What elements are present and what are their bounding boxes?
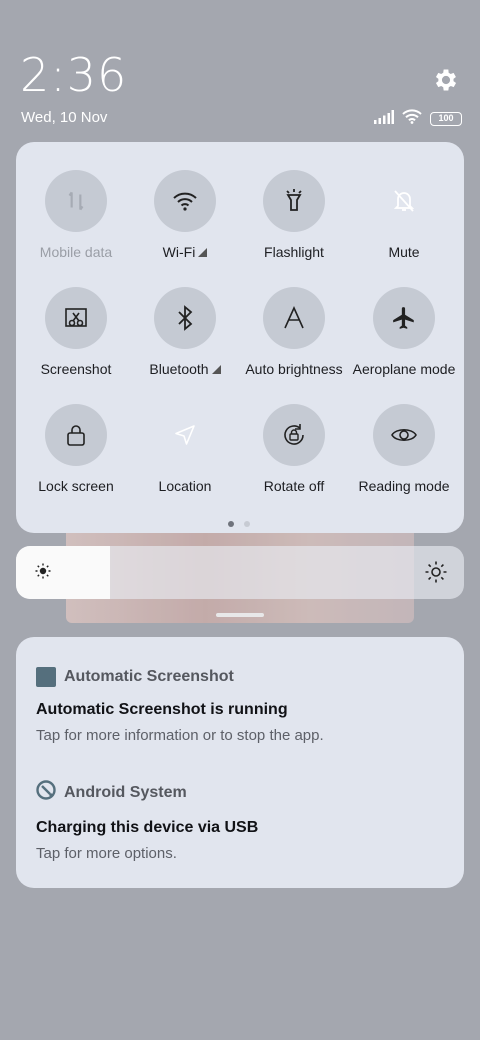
notification-title: Automatic Screenshot is running — [36, 701, 288, 718]
settings-gear-icon[interactable] — [432, 66, 460, 94]
aeroplane-icon — [373, 287, 435, 349]
tile-reading-mode[interactable]: Reading mode — [349, 404, 459, 494]
notification-app-name: Automatic Screenshot — [64, 668, 234, 685]
tile-flashlight[interactable]: Flashlight — [239, 170, 349, 260]
notification-android-system[interactable]: Android System Charging this device via … — [36, 780, 446, 862]
rotate-lock-icon — [263, 404, 325, 466]
tile-wifi[interactable]: Wi-Fi — [130, 170, 240, 260]
tile-location[interactable]: Location — [130, 404, 240, 494]
page-dot-active — [228, 521, 234, 527]
tile-mobile-data[interactable]: Mobile data — [21, 170, 131, 260]
quick-settings-panel: Mobile data Wi-Fi Flashlight Mute Screen… — [16, 142, 464, 533]
tile-aeroplane-mode[interactable]: Aeroplane mode — [349, 287, 459, 377]
clock: 2:36 — [20, 48, 128, 102]
eye-icon — [373, 404, 435, 466]
mobile-data-icon — [45, 170, 107, 232]
auto-brightness-icon — [263, 287, 325, 349]
notification-body: Tap for more information or to stop the … — [36, 727, 324, 744]
location-icon — [154, 404, 216, 466]
signal-icon — [374, 109, 394, 129]
tile-auto-brightness[interactable]: Auto brightness — [239, 287, 349, 377]
brightness-high-icon — [424, 560, 448, 589]
lock-icon — [45, 404, 107, 466]
notification-automatic-screenshot[interactable]: Automatic Screenshot Automatic Screensho… — [36, 667, 446, 744]
tile-bluetooth[interactable]: Bluetooth — [130, 287, 240, 377]
wifi-status-icon — [402, 109, 422, 129]
status-icons: 100 — [374, 109, 462, 129]
tile-screenshot[interactable]: Screenshot — [21, 287, 131, 377]
page-indicator — [228, 521, 250, 527]
flashlight-icon — [263, 170, 325, 232]
automatic-screenshot-app-icon — [36, 667, 56, 687]
bluetooth-icon — [154, 287, 216, 349]
screenshot-icon — [45, 287, 107, 349]
date: Wed, 10 Nov — [21, 109, 108, 126]
page-dot — [244, 521, 250, 527]
notification-shade: 2:36 Wed, 10 Nov 100 Mobile data Wi-Fi F… — [0, 0, 480, 1040]
notification-app-name: Android System — [64, 783, 187, 801]
drag-handle[interactable] — [216, 613, 264, 617]
notification-body: Tap for more options. — [36, 845, 177, 862]
tile-mute[interactable]: Mute — [349, 170, 459, 260]
brightness-low-icon — [34, 562, 52, 585]
tile-lock-screen[interactable]: Lock screen — [21, 404, 131, 494]
notification-card: Automatic Screenshot Automatic Screensho… — [16, 637, 464, 888]
expand-arrow-icon[interactable] — [198, 248, 208, 257]
tile-rotate-off[interactable]: Rotate off — [239, 404, 349, 494]
expand-arrow-icon[interactable] — [211, 365, 221, 374]
battery-icon: 100 — [430, 112, 462, 126]
brightness-fill — [16, 546, 111, 599]
android-system-icon — [36, 780, 56, 805]
wifi-icon — [154, 170, 216, 232]
mute-bell-icon — [373, 170, 435, 232]
brightness-slider[interactable] — [16, 546, 464, 599]
notification-title: Charging this device via USB — [36, 819, 259, 836]
